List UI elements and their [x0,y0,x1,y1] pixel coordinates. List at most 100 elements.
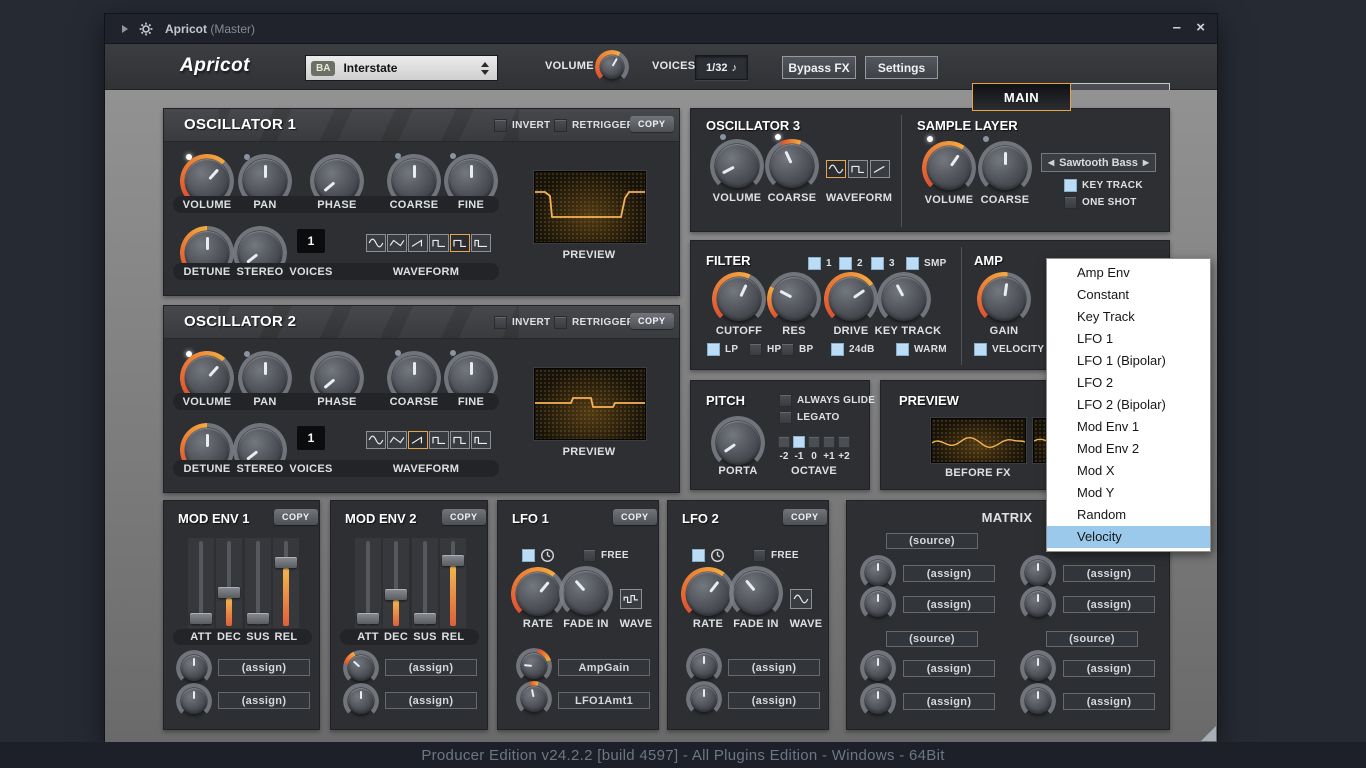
matrix-amount-knob-4[interactable] [1025,591,1051,617]
sample-coarse-knob[interactable] [983,146,1027,190]
lfo-2-assign-2[interactable]: (assign) [728,692,820,709]
lfo-1-wave-button[interactable] [620,589,642,609]
lfo-1-amount-knob-1[interactable] [521,653,547,679]
matrix-amount-knob-8[interactable] [1025,688,1051,714]
osc2-wave-pulse-button[interactable] [429,431,449,449]
resize-handle[interactable] [1201,726,1216,741]
pitch-porta-knob[interactable] [716,421,760,465]
dropdown-item-mod-env-1[interactable]: Mod Env 1 [1047,416,1210,438]
mod-env-2-assign-2[interactable]: (assign) [385,692,477,709]
mod-env-1-dec-slider[interactable] [216,538,242,628]
matrix-assign-1[interactable]: (assign) [903,565,995,582]
gear-icon[interactable] [139,22,153,41]
matrix-assign-7[interactable]: (assign) [903,693,995,710]
dropdown-item-lfo-1[interactable]: LFO 1 [1047,328,1210,350]
mod-env-2-sus-slider[interactable] [412,538,438,628]
osc1-copy-button[interactable]: COPY [630,116,674,132]
master-volume-knob[interactable] [600,55,624,79]
mod-env-2-assign-1[interactable]: (assign) [385,659,477,676]
filter-warm-checkbox[interactable] [896,343,909,356]
dropdown-item-lfo-1-bipolar[interactable]: LFO 1 (Bipolar) [1047,350,1210,372]
dropdown-item-key-track[interactable]: Key Track [1047,306,1210,328]
dropdown-item-mod-x[interactable]: Mod X [1047,460,1210,482]
sample-one-shot-checkbox[interactable] [1064,196,1077,209]
tab-main[interactable]: MAIN [972,83,1071,111]
mod-env-2-rel-slider[interactable] [440,538,466,628]
mod-env-1-amount-knob-2[interactable] [181,688,207,714]
mod-env-1-sus-slider[interactable] [245,538,271,628]
osc1-voices-value[interactable]: 1 [297,229,325,253]
minimize-button[interactable]: – [1173,19,1181,37]
osc1-wave-saw-button[interactable] [408,234,428,252]
lfo-2-wave-button[interactable] [790,589,812,609]
amp-gain-knob[interactable] [982,277,1026,321]
matrix-source-1[interactable]: (source) [886,533,978,549]
octave-minus2-button[interactable] [778,436,790,448]
osc2-wave-narrow-pulse-button[interactable] [471,431,491,449]
window-titlebar[interactable]: Apricot (Master) – × [105,14,1217,44]
detach-arrow-icon[interactable] [122,25,128,33]
voices-value-box[interactable]: 1/32♪ [695,55,748,80]
matrix-assign-3[interactable]: (assign) [903,596,995,613]
osc2-invert-checkbox[interactable] [494,316,507,329]
matrix-amount-knob-1[interactable] [865,560,891,586]
mod-env-1-rel-slider[interactable] [273,538,299,628]
osc1-wave-square-button[interactable] [450,234,470,252]
dropdown-item-constant[interactable]: Constant [1047,284,1210,306]
filter-bp-checkbox[interactable] [781,343,794,356]
osc2-wave-saw-button[interactable] [408,431,428,449]
osc1-wave-triangle-button[interactable] [387,234,407,252]
pitch-always-glide-checkbox[interactable] [779,394,792,407]
filter-route-2-checkbox[interactable] [839,257,852,270]
bypass-fx-button[interactable]: Bypass FX [782,56,856,79]
filter-24db-checkbox[interactable] [831,343,844,356]
spinner-down-icon[interactable] [481,70,489,75]
lfo-2-rate-knob[interactable] [686,572,730,616]
spinner-up-icon[interactable] [481,62,489,67]
matrix-amount-knob-3[interactable] [865,591,891,617]
lfo-2-assign-1[interactable]: (assign) [728,659,820,676]
matrix-amount-knob-5[interactable] [865,655,891,681]
matrix-assign-5[interactable]: (assign) [903,660,995,677]
settings-button[interactable]: Settings [865,56,938,79]
octave-0-button[interactable] [808,436,820,448]
dropdown-item-random[interactable]: Random [1047,504,1210,526]
filter-route-3-checkbox[interactable] [871,257,884,270]
osc1-wave-sine-button[interactable] [366,234,386,252]
osc2-copy-button[interactable]: COPY [630,313,674,329]
osc3-wave-sine-button[interactable] [826,160,846,178]
matrix-amount-knob-2[interactable] [1025,560,1051,586]
filter-keytrack-knob[interactable] [882,277,926,321]
osc3-wave-square-button[interactable] [848,160,868,178]
lfo-1-fadein-knob[interactable] [564,571,608,615]
filter-route-1-checkbox[interactable] [808,257,821,270]
sample-prev-icon[interactable]: ◀ [1048,158,1054,167]
preset-spinner[interactable] [481,62,489,75]
osc2-wave-square-button[interactable] [450,431,470,449]
dropdown-item-velocity[interactable]: Velocity [1047,526,1210,548]
mod-env-2-copy-button[interactable]: COPY [442,509,486,525]
lfo-1-copy-button[interactable]: COPY [613,509,657,525]
sample-next-icon[interactable]: ▶ [1143,158,1149,167]
osc2-retrigger-checkbox[interactable] [554,316,567,329]
filter-drive-knob[interactable] [829,277,873,321]
mod-env-1-copy-button[interactable]: COPY [274,509,318,525]
matrix-amount-knob-7[interactable] [865,688,891,714]
lfo-1-assign-2[interactable]: LFO1Amt1 [558,692,650,709]
filter-lp-checkbox[interactable] [707,343,720,356]
dropdown-item-lfo-2-bipolar[interactable]: LFO 2 (Bipolar) [1047,394,1210,416]
mod-env-2-amount-knob-1[interactable] [348,655,374,681]
mod-env-1-amount-knob-1[interactable] [181,655,207,681]
matrix-amount-knob-6[interactable] [1025,655,1051,681]
octave-minus1-button[interactable] [793,436,805,448]
matrix-assign-6[interactable]: (assign) [1063,660,1155,677]
pitch-legato-checkbox[interactable] [779,411,792,424]
filter-res-knob[interactable] [772,277,816,321]
dropdown-item-mod-y[interactable]: Mod Y [1047,482,1210,504]
lfo-2-fadein-knob[interactable] [734,571,778,615]
mod-env-2-att-slider[interactable] [355,538,381,628]
preset-selector[interactable]: BA Interstate [305,55,498,81]
octave-plus2-button[interactable] [838,436,850,448]
lfo-2-tempo-sync-checkbox[interactable] [692,549,705,562]
mod-env-1-att-slider[interactable] [188,538,214,628]
